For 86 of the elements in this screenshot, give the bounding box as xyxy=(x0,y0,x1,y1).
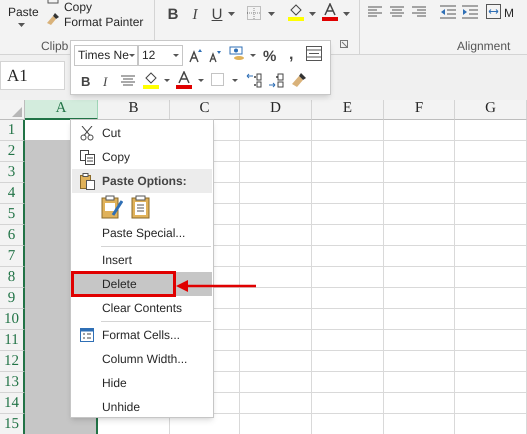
row-header[interactable]: 15 xyxy=(0,414,25,434)
scissors-icon xyxy=(80,126,94,140)
name-box[interactable]: A1 xyxy=(0,61,65,90)
align-right-icon[interactable] xyxy=(412,6,426,18)
row-header[interactable]: 10 xyxy=(0,309,25,330)
column-header[interactable]: E xyxy=(312,100,384,120)
clipboard-icon xyxy=(80,172,94,190)
brush-icon[interactable] xyxy=(291,72,307,88)
shrink-font-icon[interactable] xyxy=(209,50,222,63)
menu-item[interactable]: Hide xyxy=(72,371,212,395)
comma-button[interactable]: , xyxy=(289,43,294,67)
underline-button[interactable]: U xyxy=(209,4,225,26)
paste-icon[interactable] xyxy=(131,195,151,219)
column-header[interactable]: G xyxy=(455,100,527,120)
caret-icon[interactable] xyxy=(343,12,350,16)
table-icon[interactable] xyxy=(306,46,322,61)
font-field[interactable]: Times Ne xyxy=(74,45,138,66)
column-header[interactable]: A xyxy=(25,100,98,120)
fill-color-icon[interactable] xyxy=(143,71,159,89)
list-icon xyxy=(80,328,94,342)
increase-decimal-icon[interactable] xyxy=(246,72,262,88)
copy-icon xyxy=(80,150,94,164)
column-header[interactable]: B xyxy=(98,100,170,120)
row-header[interactable]: 13 xyxy=(0,372,25,393)
row-header[interactable]: 5 xyxy=(0,204,25,225)
merge-label[interactable]: M xyxy=(504,4,514,22)
menu-item[interactable]: Copy xyxy=(72,145,212,169)
fill-color-icon[interactable] xyxy=(288,3,304,21)
row-header[interactable]: 8 xyxy=(0,267,25,288)
column-header[interactable]: C xyxy=(170,100,240,120)
row-header[interactable]: 9 xyxy=(0,288,25,309)
decrease-decimal-icon[interactable] xyxy=(268,72,284,88)
row-header[interactable]: 4 xyxy=(0,183,25,204)
group-label: Alignment xyxy=(457,38,510,55)
merge-icon[interactable] xyxy=(486,4,501,19)
menu-item[interactable]: Insert xyxy=(72,248,212,272)
copy-label[interactable]: Copy xyxy=(64,0,92,16)
menu-header: Paste Options: xyxy=(72,169,212,193)
column-header[interactable]: D xyxy=(240,100,312,120)
group-label: Clipb xyxy=(41,38,68,55)
menu-item[interactable]: Paste Special... xyxy=(72,221,212,245)
paste-label[interactable]: Paste xyxy=(8,3,39,21)
select-all-icon[interactable] xyxy=(12,107,22,117)
row-header[interactable]: 6 xyxy=(0,225,25,246)
caret-icon[interactable] xyxy=(164,79,170,82)
grow-font-icon[interactable] xyxy=(189,48,203,63)
menu-item[interactable]: Column Width... xyxy=(72,347,212,371)
menu-item[interactable]: Format Cells... xyxy=(72,323,212,347)
align-center-icon[interactable] xyxy=(390,6,404,18)
row-header[interactable]: 1 xyxy=(0,120,25,141)
menu-item[interactable]: Clear Contents xyxy=(72,296,212,320)
row-header[interactable]: 7 xyxy=(0,246,25,267)
paste-icon[interactable] xyxy=(101,195,123,219)
row-header[interactable]: 14 xyxy=(0,393,25,414)
menu-item[interactable]: Cut xyxy=(72,121,212,145)
font-size-field[interactable]: 12 xyxy=(138,45,183,66)
cell[interactable] xyxy=(25,414,98,434)
caret-icon[interactable] xyxy=(198,79,204,82)
row-header[interactable]: 12 xyxy=(0,351,25,372)
italic-button[interactable]: I xyxy=(187,4,203,26)
caret-icon[interactable] xyxy=(232,79,238,82)
borders-icon[interactable] xyxy=(247,6,261,20)
caret-icon[interactable] xyxy=(228,12,235,16)
row-header[interactable]: 3 xyxy=(0,162,25,183)
percent-button[interactable]: % xyxy=(263,46,276,68)
menu-item[interactable]: Unhide xyxy=(72,395,212,419)
dialog-launcher-icon[interactable] xyxy=(340,40,348,48)
row-header[interactable]: 2 xyxy=(0,141,25,162)
caret-icon[interactable] xyxy=(309,12,316,16)
italic-button[interactable]: I xyxy=(103,72,108,92)
brush-icon[interactable] xyxy=(46,12,60,26)
font-color-icon[interactable] xyxy=(176,71,192,89)
format-painter-label[interactable]: Format Painter xyxy=(64,13,144,31)
borders-icon[interactable] xyxy=(211,73,224,86)
caret-icon[interactable] xyxy=(268,12,275,16)
row-header[interactable]: 11 xyxy=(0,330,25,351)
align-center-icon[interactable] xyxy=(121,75,135,86)
caret-icon[interactable] xyxy=(18,23,25,27)
decrease-indent-icon[interactable] xyxy=(440,5,456,19)
column-header[interactable]: F xyxy=(384,100,455,120)
increase-indent-icon[interactable] xyxy=(462,5,478,19)
currency-icon[interactable] xyxy=(229,46,245,62)
align-left-icon[interactable] xyxy=(368,6,382,18)
font-color-icon[interactable] xyxy=(322,3,338,21)
bold-button[interactable]: B xyxy=(81,72,90,92)
bold-button[interactable]: B xyxy=(165,4,181,26)
